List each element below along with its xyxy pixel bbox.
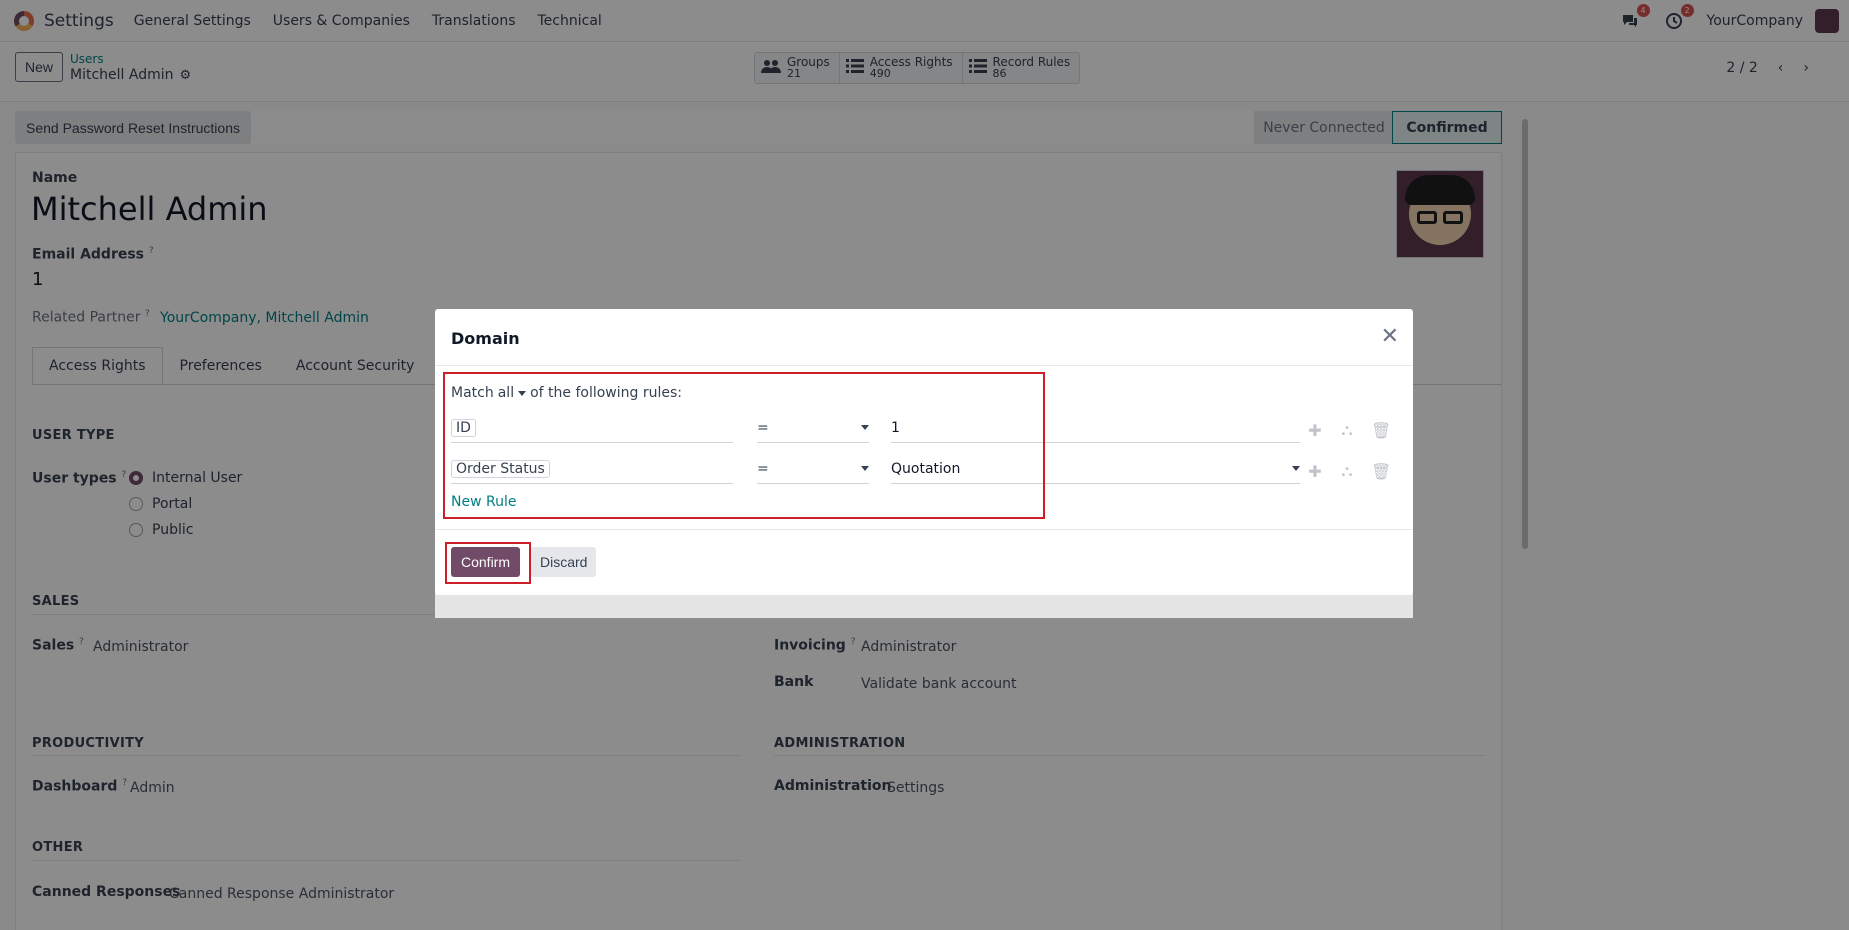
discard-button[interactable]: Discard bbox=[531, 547, 597, 577]
confirm-highlight-box bbox=[445, 542, 531, 584]
trash-icon[interactable]: 🗑 bbox=[1371, 462, 1391, 481]
caret-down-icon bbox=[1292, 466, 1300, 471]
add-rule-icon[interactable]: ✚ bbox=[1307, 462, 1323, 481]
dialog-title: Domain bbox=[451, 329, 520, 348]
dialog-header: Domain ✕ bbox=[435, 309, 1413, 366]
add-branch-icon[interactable]: ⛬ bbox=[1339, 420, 1355, 440]
page-scrollbar[interactable] bbox=[1518, 105, 1530, 930]
trash-icon[interactable]: 🗑 bbox=[1371, 421, 1391, 440]
close-icon[interactable]: ✕ bbox=[1381, 326, 1399, 348]
rule-1-actions: ✚ ⛬ 🗑 bbox=[1307, 420, 1391, 440]
add-rule-icon[interactable]: ✚ bbox=[1307, 421, 1323, 440]
rule-2-actions: ✚ ⛬ 🗑 bbox=[1307, 461, 1391, 481]
add-branch-icon[interactable]: ⛬ bbox=[1339, 461, 1355, 481]
rules-highlight-box bbox=[443, 372, 1045, 519]
